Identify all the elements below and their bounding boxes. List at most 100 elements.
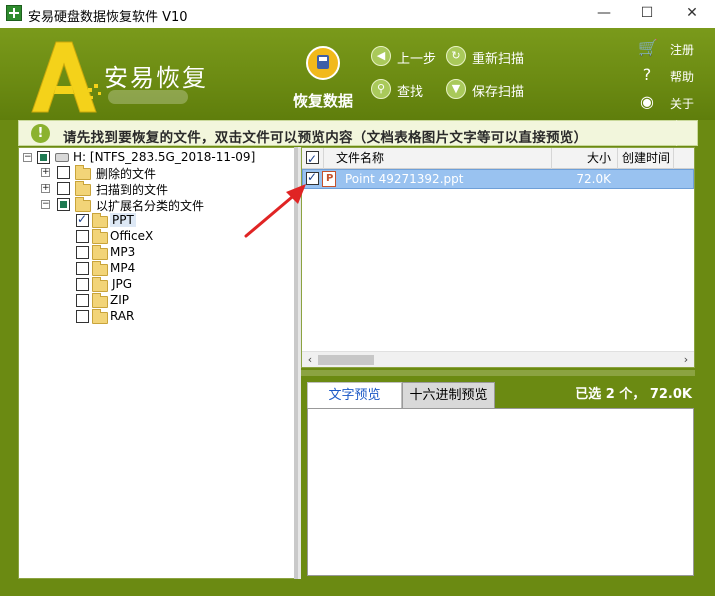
column-created[interactable]: 创建时间 — [618, 148, 674, 169]
file-size: 72.0K — [576, 172, 611, 186]
root-checkbox[interactable] — [37, 151, 50, 164]
scroll-left-icon[interactable]: ‹ — [302, 352, 318, 368]
banner-text: 请先找到要恢复的文件，双击文件可以预览内容（文档表格图片文字等可以直接预览） — [63, 130, 588, 146]
zip-checkbox[interactable] — [76, 294, 89, 307]
tree-node-officex[interactable]: OfficeX — [76, 229, 166, 245]
app-icon — [6, 5, 22, 21]
mp3-checkbox[interactable] — [76, 246, 89, 259]
tab-text-preview[interactable]: 文字预览 — [307, 382, 402, 409]
logo-text: 安易恢复 — [104, 64, 208, 92]
file-row[interactable]: Point 49271392.ppt 72.0K — [302, 169, 694, 189]
help-button[interactable]: ? 帮助 — [638, 66, 698, 86]
red-arrow-annotation — [244, 184, 306, 238]
logo-subtitle — [108, 90, 188, 104]
refresh-icon: ↻ — [446, 46, 466, 66]
folder-icon — [92, 245, 108, 260]
rescan-label: 重新扫描 — [472, 52, 525, 67]
ppt-checkbox[interactable] — [76, 212, 89, 227]
save-scan-button[interactable]: ▼ 保存扫描 — [446, 79, 536, 101]
mp4-checkbox[interactable] — [76, 262, 89, 275]
info-banner-area: ! 请先找到要恢复的文件，双击文件可以预览内容（文档表格图片文字等可以直接预览） — [0, 120, 715, 146]
root-label: H: [NTFS_283.5G_2018-11-09] — [73, 150, 256, 164]
tree-node-mp3[interactable]: MP3 — [76, 245, 156, 261]
title-bar: 安易硬盘数据恢复软件 V10 — ☐ ✕ — [0, 0, 715, 28]
selection-summary: 已选 2 个， 72.0K — [575, 387, 692, 402]
ext-label: PPT — [110, 213, 136, 227]
back-button[interactable]: ◀ 上一步 — [371, 46, 441, 68]
collapse-icon[interactable]: − — [23, 153, 32, 162]
tree-node-ppt[interactable]: PPT — [76, 212, 156, 229]
info-icon: ! — [31, 124, 50, 143]
floppy-disk-icon — [306, 46, 340, 80]
register-button[interactable]: 🛒 注册 — [638, 39, 698, 59]
banner-arrow — [676, 120, 696, 146]
tree-node-scanned[interactable]: + 扫描到的文件 — [41, 181, 191, 197]
folder-icon — [92, 293, 108, 308]
rescan-button[interactable]: ↻ 重新扫描 — [446, 46, 536, 68]
ext-label: ZIP — [110, 293, 129, 307]
minimize-button[interactable]: — — [581, 0, 627, 28]
scrollbar-thumb[interactable] — [318, 355, 374, 365]
tree-node-jpg[interactable]: JPG — [76, 277, 156, 293]
recover-data-button[interactable]: 恢复数据 — [290, 46, 356, 118]
arrow-left-icon: ◀ — [371, 46, 391, 66]
column-size[interactable]: 大小 — [552, 148, 618, 169]
register-label: 注册 — [670, 43, 695, 57]
tab-hex-preview[interactable]: 十六进制预览 — [402, 382, 495, 409]
help-label: 帮助 — [670, 70, 695, 84]
deleted-checkbox[interactable] — [57, 166, 70, 179]
by-ext-label: 以扩展名分类的文件 — [96, 199, 205, 213]
ext-label: MP3 — [110, 245, 136, 259]
drive-icon — [55, 153, 69, 162]
expand-icon[interactable]: + — [41, 184, 50, 193]
tree-node-deleted[interactable]: + 删除的文件 — [41, 165, 191, 181]
select-all-column[interactable] — [302, 148, 324, 169]
find-label: 查找 — [397, 85, 424, 100]
header-toolbar: 安易恢复 恢复数据 ◀ 上一步 ↻ 重新扫描 ⚲ 查找 ▼ 保存扫描 🛒 注册 … — [0, 28, 715, 120]
folder-icon — [75, 165, 91, 180]
tree-node-zip[interactable]: ZIP — [76, 293, 156, 309]
folder-icon — [75, 181, 91, 196]
tree-node-root[interactable]: − H: [NTFS_283.5G_2018-11-09] — [23, 150, 273, 166]
collapse-icon[interactable]: − — [41, 200, 50, 209]
horizontal-scrollbar[interactable]: ‹ › — [302, 351, 694, 367]
save-scan-label: 保存扫描 — [472, 85, 525, 100]
tree-node-by-extension[interactable]: − 以扩展名分类的文件 — [41, 197, 241, 213]
close-button[interactable]: ✕ — [669, 0, 715, 28]
find-button[interactable]: ⚲ 查找 — [371, 79, 441, 101]
cart-icon: 🛒 — [638, 38, 658, 57]
folder-icon — [92, 261, 108, 276]
tree-node-rar[interactable]: RAR — [76, 309, 156, 325]
folder-icon — [92, 213, 108, 228]
by-ext-checkbox[interactable] — [57, 198, 70, 211]
maximize-button[interactable]: ☐ — [624, 0, 670, 28]
column-name[interactable]: 文件名称 — [324, 148, 552, 169]
preview-pane[interactable] — [307, 408, 694, 576]
file-list[interactable]: 文件名称 大小 创建时间 Point 49271392.ppt 72.0K ‹ … — [301, 147, 695, 368]
jpg-checkbox[interactable] — [76, 278, 89, 291]
ext-label: MP4 — [110, 261, 136, 275]
app-logo — [31, 41, 101, 113]
folder-icon — [75, 197, 91, 212]
scanned-label: 扫描到的文件 — [96, 183, 169, 197]
save-icon: ▼ — [446, 79, 466, 99]
search-icon: ⚲ — [371, 79, 391, 99]
ext-label: JPG — [112, 277, 133, 291]
scanned-checkbox[interactable] — [57, 182, 70, 195]
ppt-file-icon — [322, 171, 336, 187]
tree-node-mp4[interactable]: MP4 — [76, 261, 156, 277]
rar-checkbox[interactable] — [76, 310, 89, 323]
about-button[interactable]: ◉ 关于 — [638, 93, 698, 113]
file-name: Point 49271392.ppt — [345, 172, 464, 186]
help-icon: ? — [642, 65, 652, 84]
officex-checkbox[interactable] — [76, 230, 89, 243]
select-all-checkbox[interactable] — [306, 149, 319, 169]
folder-icon — [92, 277, 108, 292]
back-label: 上一步 — [397, 52, 437, 67]
about-icon: ◉ — [640, 92, 654, 111]
ext-label: OfficeX — [110, 229, 154, 243]
about-label: 关于 — [670, 97, 695, 111]
expand-icon[interactable]: + — [41, 168, 50, 177]
folder-icon — [92, 309, 108, 324]
scroll-right-icon[interactable]: › — [678, 352, 694, 368]
